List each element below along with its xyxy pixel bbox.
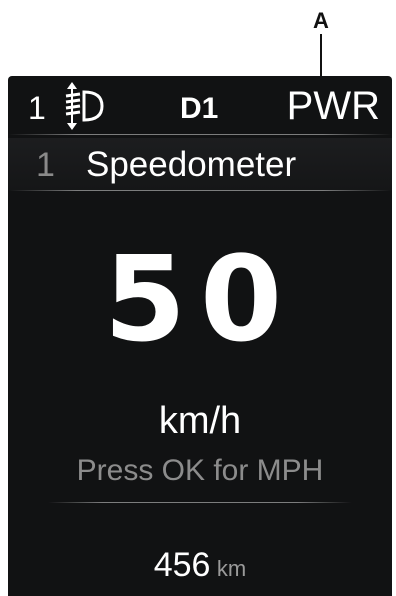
menu-index: 1 xyxy=(36,146,55,184)
odometer-divider xyxy=(48,502,352,503)
status-divider xyxy=(8,134,392,135)
headlamp-leveling-icon xyxy=(58,82,114,130)
odometer-value: 456 xyxy=(153,546,211,584)
unit-toggle-hint: Press OK for MPH xyxy=(76,454,324,487)
speed-unit: km/h xyxy=(158,400,242,442)
headlamp-level-value: 1 xyxy=(28,90,46,126)
drive-mode-indicator: PWR xyxy=(286,84,380,128)
odometer-unit: km xyxy=(216,556,247,581)
callout-label-a: A xyxy=(313,8,329,33)
menu-title: Speedometer xyxy=(86,145,297,184)
gear-indicator: D1 xyxy=(180,92,219,125)
odometer: 456 km xyxy=(8,546,392,585)
title-divider xyxy=(8,190,392,191)
speed-value: 50 xyxy=(103,230,297,368)
menu-title-row: 1 Speedometer xyxy=(8,138,392,190)
status-bar: 1 D1 PWR xyxy=(8,76,392,134)
instrument-cluster-display: 1 D1 PWR 1 Speedometer 50 km/h Press OK … xyxy=(8,76,392,596)
